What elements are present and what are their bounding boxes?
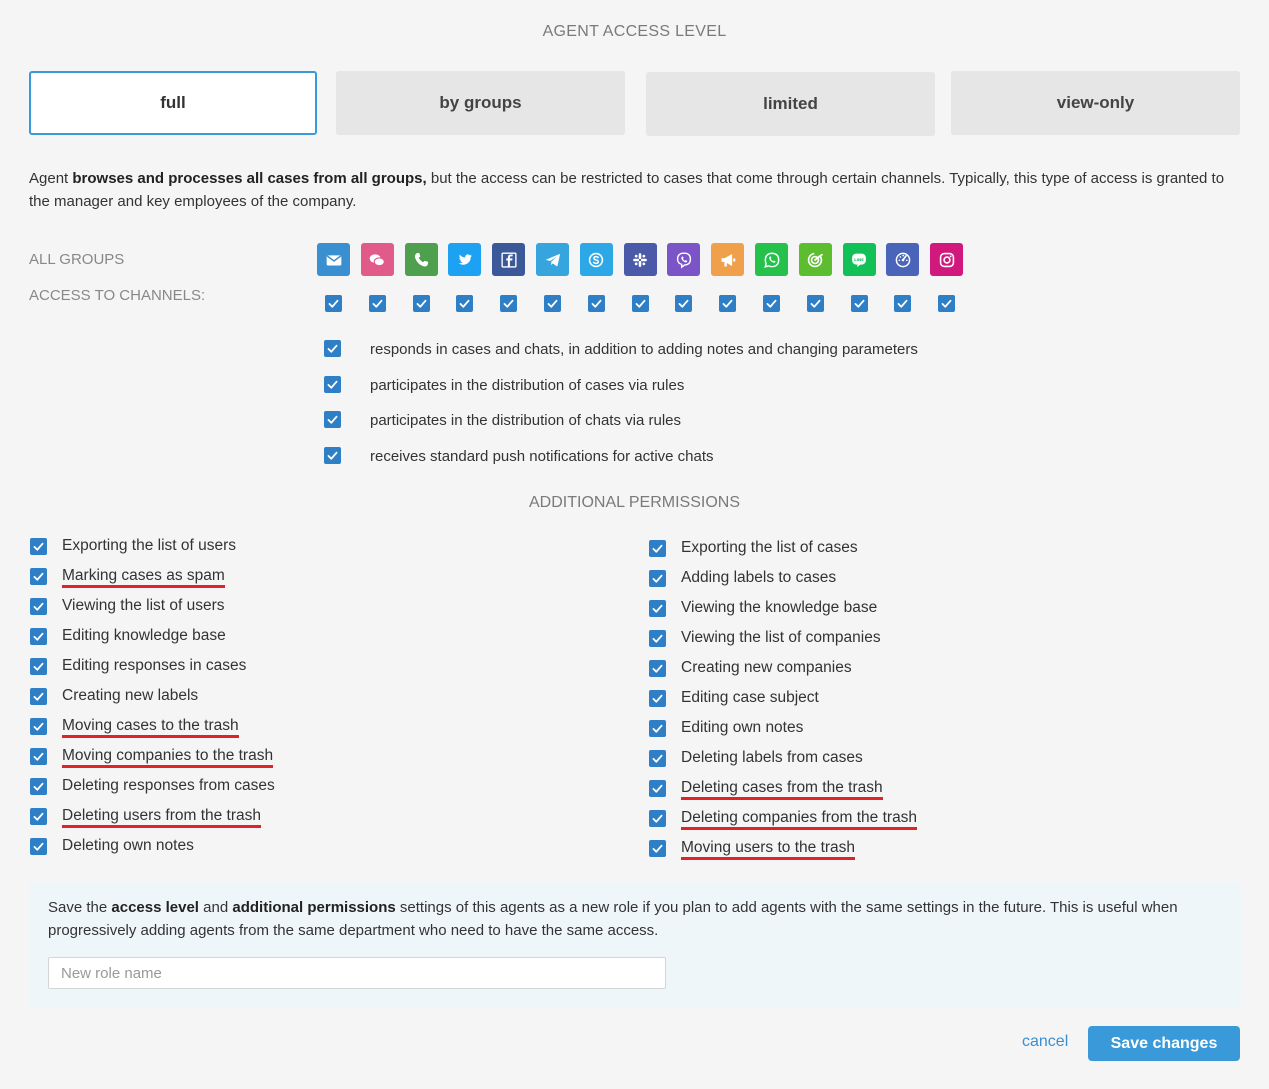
email-icon bbox=[317, 243, 350, 276]
permission-label: Deleting companies from the trash bbox=[681, 809, 918, 830]
permission-checkbox[interactable] bbox=[30, 838, 47, 855]
permission-label: Deleting labels from cases bbox=[681, 749, 863, 766]
access-description: Agent browses and processes all cases fr… bbox=[29, 170, 1225, 210]
permission-checkbox[interactable] bbox=[649, 720, 666, 737]
permission-label: Moving companies to the trash bbox=[62, 747, 274, 768]
permission-checkbox[interactable] bbox=[649, 690, 666, 707]
instagram-icon bbox=[930, 243, 964, 276]
permission-label: Deleting users from the trash bbox=[62, 807, 262, 828]
permission-label: Creating new companies bbox=[681, 659, 852, 676]
permission-checkbox[interactable] bbox=[30, 538, 47, 555]
option-checkbox[interactable] bbox=[324, 447, 341, 464]
permission-label: Adding labels to cases bbox=[681, 569, 837, 586]
megaphone-channel-checkbox[interactable] bbox=[719, 295, 737, 312]
permission-checkbox[interactable] bbox=[30, 778, 47, 795]
all-groups-label: ALL GROUPS bbox=[29, 251, 125, 268]
chat-icon bbox=[360, 243, 394, 276]
chat-channel-checkbox[interactable] bbox=[368, 295, 386, 312]
svg-text:LINE: LINE bbox=[854, 256, 864, 261]
save-changes-button[interactable]: Save changes bbox=[1088, 1026, 1240, 1061]
telegram-icon bbox=[536, 243, 569, 276]
api-icon bbox=[886, 243, 920, 276]
widget-icon bbox=[798, 243, 832, 276]
permission-label: Marking cases as spam bbox=[62, 567, 225, 588]
permission-checkbox[interactable] bbox=[30, 748, 47, 765]
line-icon: LINE bbox=[842, 243, 876, 276]
permission-checkbox[interactable] bbox=[30, 598, 47, 615]
permission-label: Editing own notes bbox=[681, 719, 804, 736]
facebook-icon bbox=[492, 243, 526, 276]
permission-label: Exporting the list of users bbox=[62, 537, 237, 554]
permission-label: Viewing the list of users bbox=[62, 597, 225, 614]
option-checkbox[interactable] bbox=[324, 411, 341, 428]
permission-checkbox[interactable] bbox=[30, 688, 47, 705]
whatsapp-icon bbox=[755, 243, 788, 276]
permission-label: Editing responses in cases bbox=[62, 657, 247, 674]
save-role-description: Save the access level and additional per… bbox=[48, 899, 1178, 939]
option-label: participates in the distribution of chat… bbox=[370, 412, 681, 429]
permission-label: Exporting the list of cases bbox=[681, 539, 858, 556]
skype-channel-checkbox[interactable] bbox=[587, 295, 605, 312]
cancel-link[interactable]: cancel bbox=[1022, 1033, 1068, 1051]
twitter-icon bbox=[448, 243, 482, 276]
api-channel-checkbox[interactable] bbox=[894, 295, 912, 312]
permission-checkbox[interactable] bbox=[649, 750, 666, 767]
facebook-channel-checkbox[interactable] bbox=[500, 295, 518, 312]
email-channel-checkbox[interactable] bbox=[325, 295, 342, 312]
option-checkbox[interactable] bbox=[324, 376, 341, 393]
permission-checkbox[interactable] bbox=[30, 658, 47, 675]
permission-label: Deleting own notes bbox=[62, 837, 194, 854]
permission-checkbox[interactable] bbox=[30, 718, 47, 735]
permission-checkbox[interactable] bbox=[649, 630, 666, 647]
permission-label: Moving users to the trash bbox=[681, 839, 856, 860]
permission-label: Moving cases to the trash bbox=[62, 717, 239, 738]
page-title: AGENT ACCESS LEVEL bbox=[542, 23, 727, 40]
viber-channel-checkbox[interactable] bbox=[675, 295, 693, 312]
phone-icon bbox=[404, 243, 438, 276]
widget-channel-checkbox[interactable] bbox=[806, 295, 824, 312]
option-label: participates in the distribution of case… bbox=[370, 377, 685, 394]
permission-checkbox[interactable] bbox=[649, 780, 666, 797]
permission-label: Editing knowledge base bbox=[62, 627, 226, 644]
permission-label: Deleting cases from the trash bbox=[681, 779, 883, 800]
line-channel-checkbox[interactable] bbox=[850, 295, 868, 312]
additional-permissions-title: ADDITIONAL PERMISSIONS bbox=[529, 494, 740, 511]
permission-checkbox[interactable] bbox=[30, 628, 47, 645]
megaphone-icon bbox=[711, 243, 745, 276]
tab-view-only[interactable]: view-only bbox=[951, 71, 1240, 135]
viber-icon bbox=[667, 243, 701, 276]
option-label: receives standard push notifications for… bbox=[370, 448, 714, 465]
permission-checkbox[interactable] bbox=[649, 840, 666, 857]
tab-by-groups[interactable]: by groups bbox=[336, 71, 625, 135]
permission-checkbox[interactable] bbox=[649, 660, 666, 677]
slack-icon bbox=[623, 243, 657, 276]
permission-label: Deleting responses from cases bbox=[62, 777, 275, 794]
skype-icon bbox=[579, 243, 613, 276]
permission-checkbox[interactable] bbox=[30, 568, 47, 585]
tab-limited[interactable]: limited bbox=[646, 72, 935, 136]
option-checkbox[interactable] bbox=[324, 340, 341, 357]
permission-label: Creating new labels bbox=[62, 687, 199, 704]
phone-channel-checkbox[interactable] bbox=[412, 295, 430, 312]
instagram-channel-checkbox[interactable] bbox=[938, 295, 956, 312]
telegram-channel-checkbox[interactable] bbox=[544, 295, 561, 312]
access-channels-label: ACCESS TO CHANNELS: bbox=[29, 287, 206, 304]
permission-label: Editing case subject bbox=[681, 689, 819, 706]
option-label: responds in cases and chats, in addition… bbox=[370, 341, 918, 358]
permission-checkbox[interactable] bbox=[649, 540, 666, 557]
role-name-input[interactable] bbox=[48, 957, 666, 989]
permission-checkbox[interactable] bbox=[30, 808, 47, 825]
permission-checkbox[interactable] bbox=[649, 810, 666, 827]
permission-checkbox[interactable] bbox=[649, 600, 666, 617]
tab-full[interactable]: full bbox=[29, 71, 317, 135]
permission-label: Viewing the list of companies bbox=[681, 629, 881, 646]
slack-channel-checkbox[interactable] bbox=[631, 295, 649, 312]
permission-label: Viewing the knowledge base bbox=[681, 599, 878, 616]
permission-checkbox[interactable] bbox=[649, 570, 666, 587]
whatsapp-channel-checkbox[interactable] bbox=[763, 295, 780, 312]
twitter-channel-checkbox[interactable] bbox=[456, 295, 474, 312]
save-role-panel: Save the access level and additional per… bbox=[29, 882, 1241, 1007]
